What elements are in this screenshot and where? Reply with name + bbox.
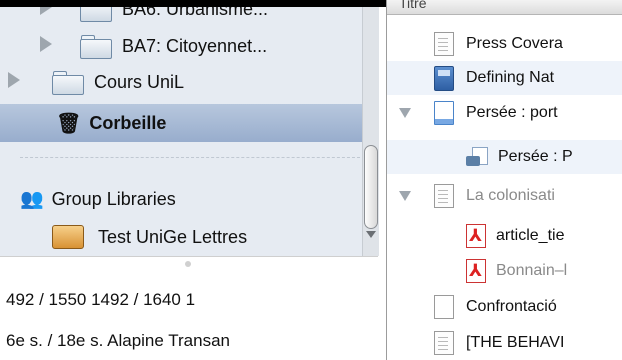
disclosure-triangle-icon[interactable] — [399, 191, 411, 201]
item-row[interactable]: Defining Nat — [387, 61, 622, 95]
item-title: La colonisati — [466, 187, 555, 204]
disclosure-triangle-icon[interactable] — [40, 35, 52, 52]
folder-icon — [52, 71, 84, 95]
document-icon — [434, 331, 454, 355]
item-row[interactable]: ⅄ article_tie — [387, 219, 622, 253]
group-libraries[interactable]: 👥 Group Libraries — [0, 181, 362, 217]
folder-icon — [80, 35, 112, 59]
item-row[interactable]: ⅄ Bonnain–l — [387, 254, 622, 288]
scrollbar-thumb[interactable] — [364, 145, 378, 229]
collection-label: Cours UniL — [94, 71, 185, 92]
item-title: Defining Nat — [466, 69, 555, 86]
collection-ba6[interactable]: BA6: Urbanisme... — [0, 7, 362, 27]
scroll-down-arrow-icon[interactable] — [366, 231, 376, 238]
item-title: Confrontació — [466, 298, 557, 315]
item-row[interactable]: [THE BEHAVI — [387, 326, 622, 360]
separator — [20, 157, 360, 158]
item-row[interactable]: Confrontació — [387, 290, 622, 324]
library-icon — [52, 225, 84, 249]
folder-icon — [80, 7, 112, 22]
item-row[interactable]: Persée : P — [387, 140, 622, 174]
item-title: Bonnain–l — [496, 262, 568, 279]
webpage-icon — [434, 101, 454, 125]
item-row[interactable]: Press Covera — [387, 27, 622, 61]
item-row[interactable]: Persée : port — [387, 96, 622, 130]
book-icon — [434, 65, 454, 91]
group-icon: 👥 — [20, 189, 44, 210]
info-row-2: 6e s. / 18e s. Alapine Transan — [6, 331, 230, 350]
item-title: Persée : port — [466, 104, 558, 121]
group-libraries-label: Group Libraries — [51, 188, 176, 209]
blank-document-icon — [434, 295, 454, 319]
library-label: Test UniGe Lettres — [98, 226, 248, 247]
collection-corbeille[interactable]: 🗑 Corbeille — [0, 104, 362, 142]
disclosure-triangle-icon[interactable] — [40, 7, 52, 15]
item-title: [THE BEHAVI — [466, 334, 565, 351]
trash-icon: 🗑 — [56, 112, 82, 135]
column-header-title[interactable]: Titre — [387, 0, 622, 15]
collection-ba7[interactable]: BA7: Citoyennet... — [0, 28, 362, 64]
info-row-1: 492 / 1550 1492 / 1640 1 — [6, 290, 196, 309]
resize-grip-icon[interactable] — [185, 261, 191, 267]
item-title: Press Covera — [466, 35, 563, 52]
document-icon — [434, 184, 454, 208]
collection-label: BA7: Citoyennet... — [122, 35, 268, 56]
collection-label: Corbeille — [89, 112, 167, 133]
snapshot-icon — [466, 147, 488, 167]
item-row[interactable]: La colonisati — [387, 179, 622, 213]
items-pane: Titre Press Covera Defining Nat Persée :… — [386, 0, 622, 360]
pdf-icon: ⅄ — [466, 259, 486, 283]
document-icon — [434, 32, 454, 56]
pdf-icon: ⅄ — [466, 224, 486, 248]
item-title: article_tie — [496, 227, 565, 244]
disclosure-triangle-icon[interactable] — [399, 108, 411, 118]
collection-cours-unil[interactable]: Cours UniL — [0, 64, 362, 100]
collection-label: BA6: Urbanisme... — [122, 7, 269, 19]
disclosure-triangle-icon[interactable] — [8, 71, 20, 88]
library-test-unige[interactable]: Test UniGe Lettres — [0, 219, 362, 255]
collections-pane: BA6: Urbanisme... BA7: Citoyennet... Cou… — [0, 7, 378, 256]
item-title: Persée : P — [498, 148, 573, 165]
